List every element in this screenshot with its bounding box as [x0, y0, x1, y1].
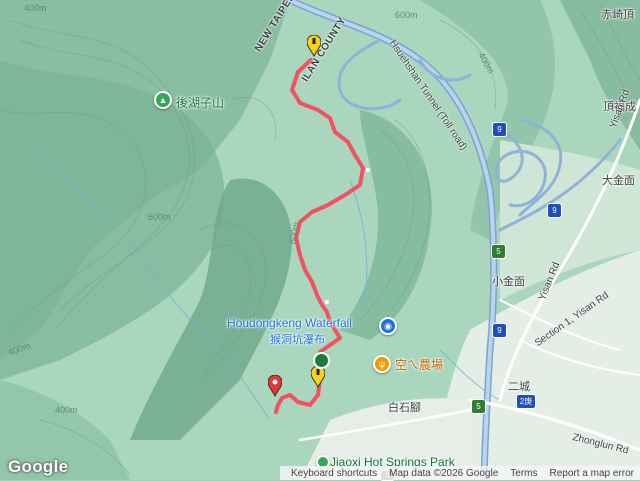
- report-error-link[interactable]: Report a map error: [550, 468, 634, 479]
- contour-label: 400m: [55, 405, 78, 415]
- camera-icon[interactable]: ◉: [379, 317, 397, 335]
- village-xiaojinmian: 小金面: [492, 276, 525, 288]
- waterfall-label-zh[interactable]: 猴洞坑瀑布: [270, 331, 325, 347]
- contour-label: 600m: [148, 212, 171, 222]
- waypoint-icon[interactable]: [267, 374, 283, 402]
- contour-label: 600m: [395, 10, 418, 20]
- village-shishao: 白石腳: [388, 402, 421, 414]
- route-shield: 5: [491, 244, 506, 259]
- mountain-label[interactable]: 後湖子山: [176, 94, 224, 111]
- route-shield: 9: [492, 323, 507, 338]
- trail-end-icon[interactable]: [306, 34, 322, 58]
- restaurant-icon[interactable]: ψ: [373, 355, 391, 373]
- place-chiqiding: 赤崎頂: [601, 9, 634, 21]
- route-shield: 5: [471, 399, 486, 414]
- map-canvas[interactable]: [0, 0, 640, 480]
- contour-label: 400m: [24, 3, 47, 13]
- keyboard-shortcuts-link[interactable]: Keyboard shortcuts: [291, 468, 377, 479]
- route-shield: 9: [492, 122, 507, 137]
- mountain-icon[interactable]: ▲: [154, 91, 172, 109]
- village-dajinmian: 大金面: [602, 175, 635, 187]
- google-logo[interactable]: Google: [8, 457, 68, 477]
- trail-start-flag-icon[interactable]: [313, 352, 330, 369]
- route-shield: 2庚: [516, 394, 536, 409]
- trail-start-icon[interactable]: [310, 365, 326, 389]
- map-data-attribution: Map data ©2026 Google: [389, 467, 499, 479]
- map-footer: Keyboard shortcuts Map data ©2026 Google…: [280, 466, 640, 480]
- farm-label[interactable]: 空ㄟ農場: [395, 356, 443, 373]
- terms-link[interactable]: Terms: [510, 468, 537, 479]
- village-ercheng: 二城: [508, 381, 530, 393]
- waterfall-label-en[interactable]: Houdongkeng Waterfall: [227, 316, 352, 330]
- route-shield: 9: [547, 203, 562, 218]
